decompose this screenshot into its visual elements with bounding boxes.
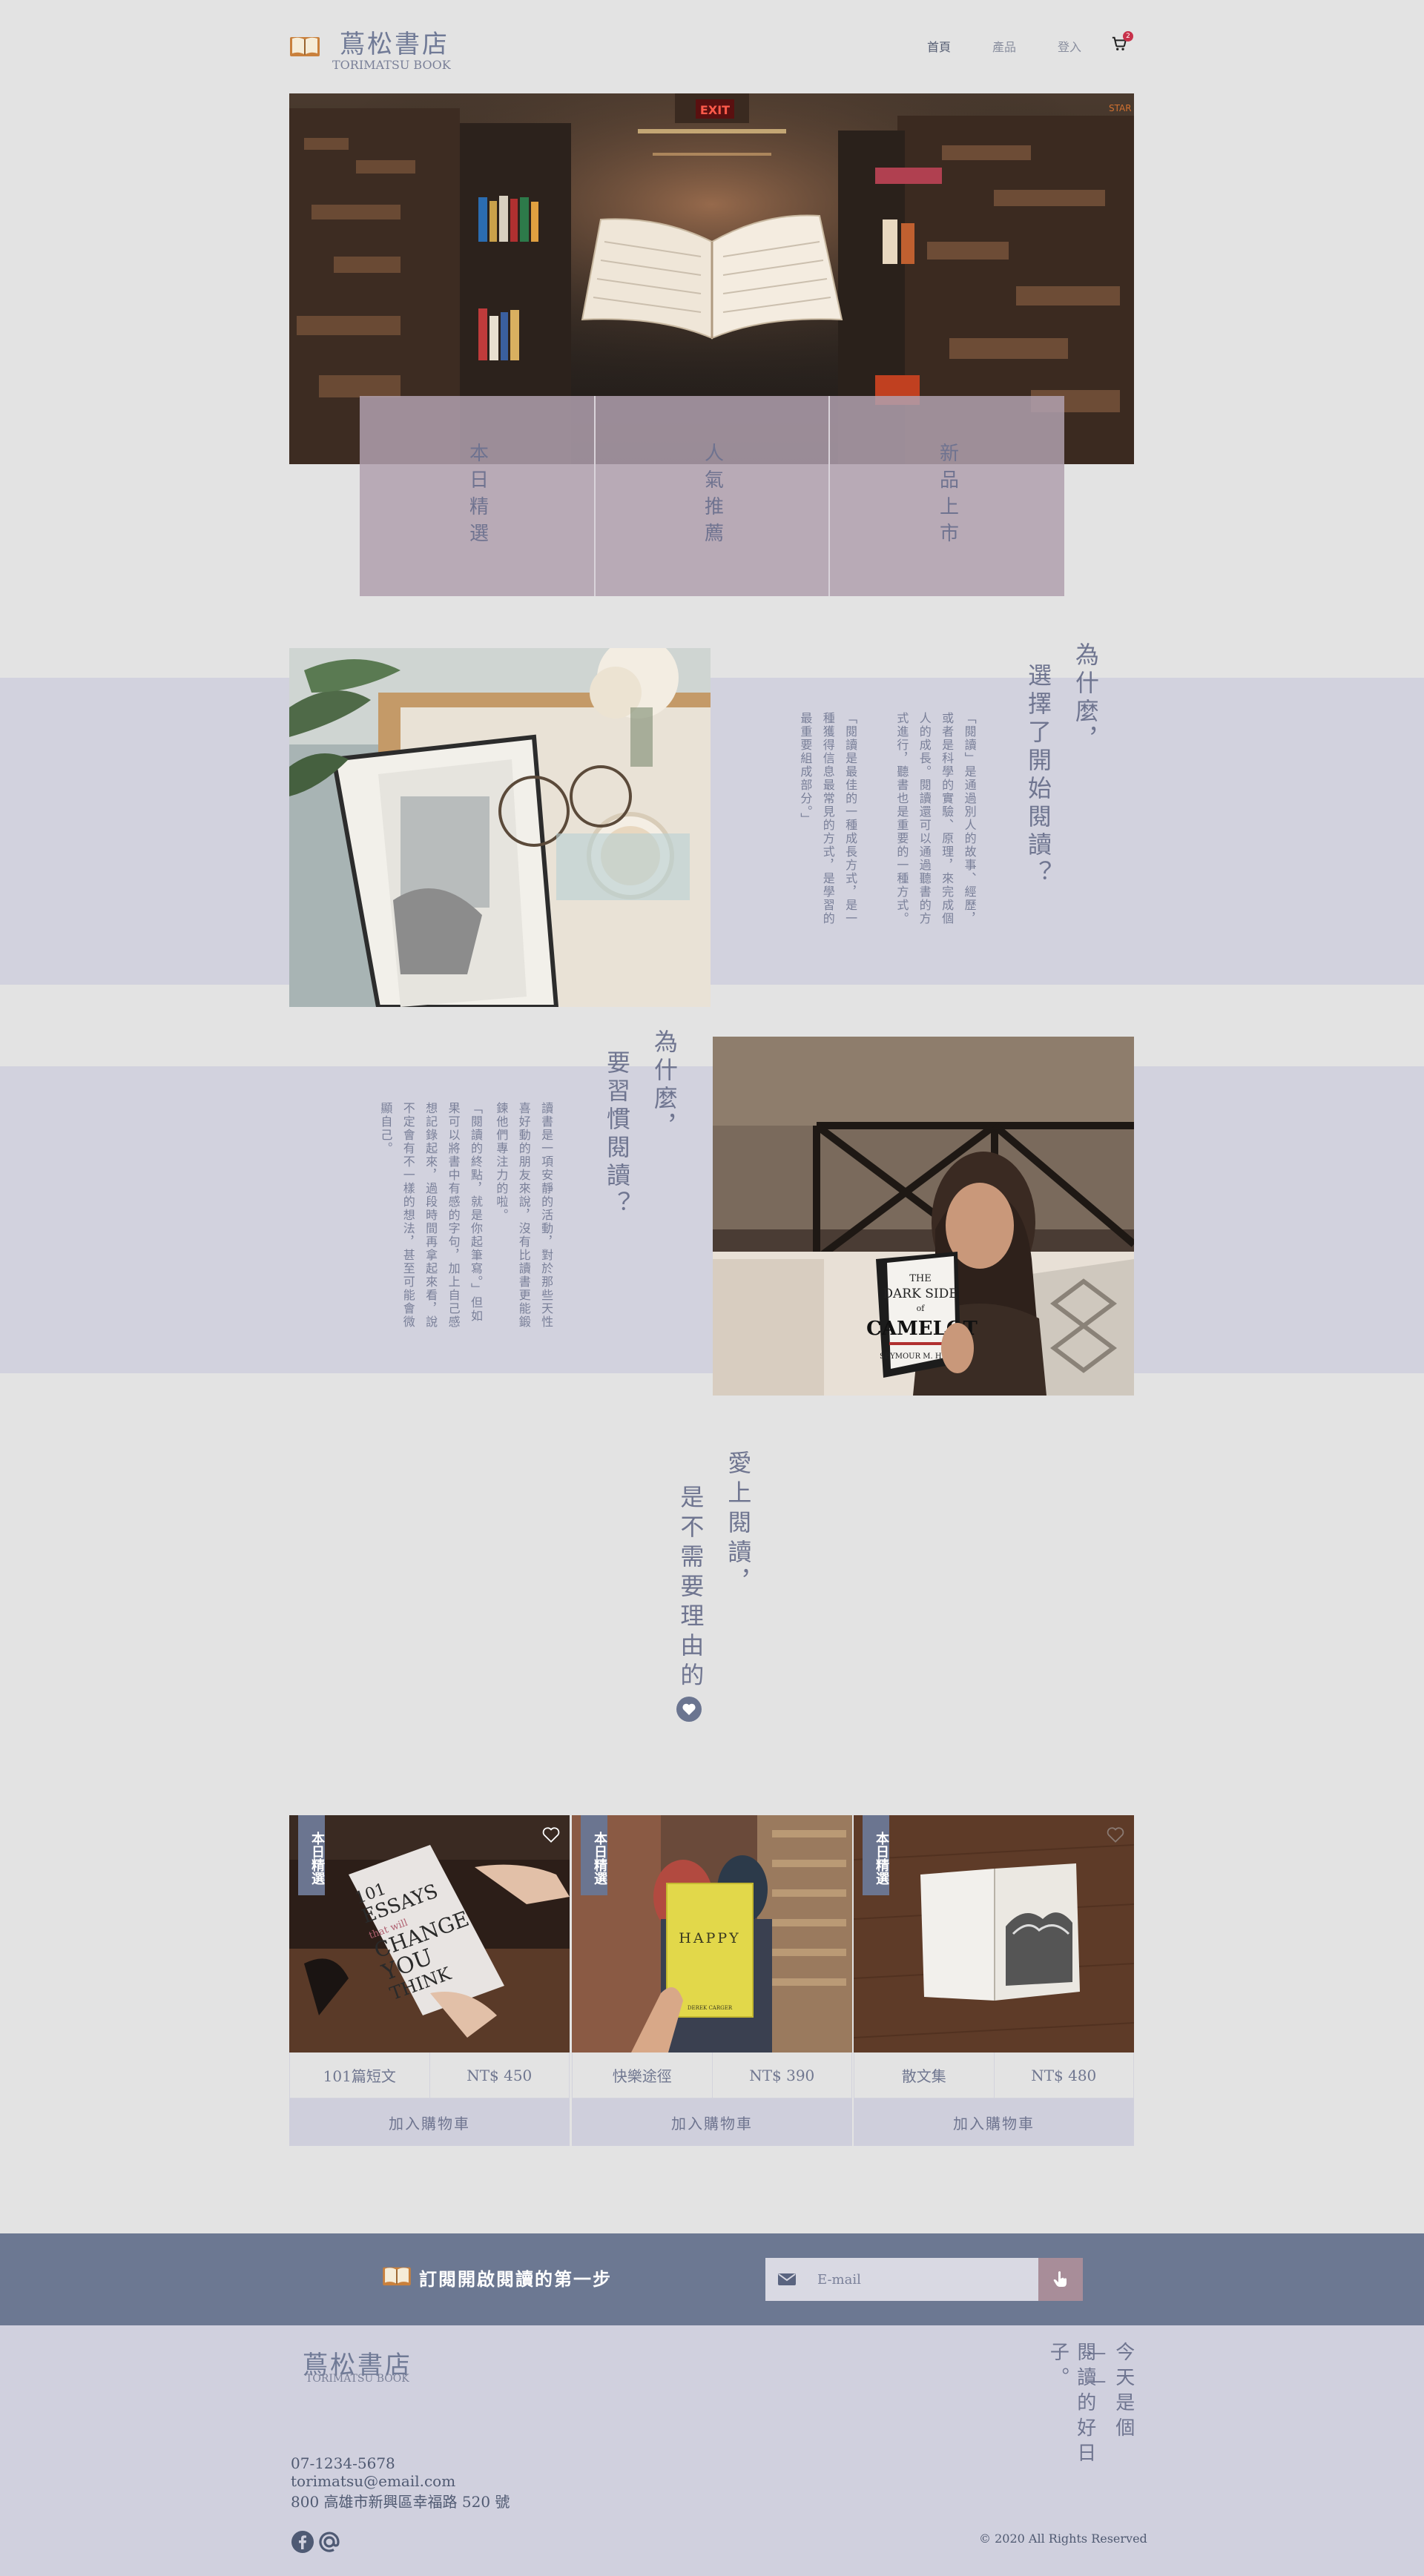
woman-reading-photo: THE DARK SIDE of CAMELOT SEYMOUR M. HERS…	[713, 1037, 1134, 1396]
product-card: 101 ESSAYS that will CHANGE YOU THINK 本日…	[289, 1815, 570, 2146]
book-logo-icon	[290, 37, 320, 56]
product-image[interactable]: 本日精選	[854, 1815, 1134, 2052]
section2-heading-line1: 為什麼，	[650, 1029, 679, 1142]
cart-button[interactable]: 2	[1111, 31, 1133, 55]
section2-heading-line2: 要習慣閱讀？	[603, 1050, 631, 1219]
product-name: 快樂途徑	[612, 2067, 672, 2085]
add-to-cart-button[interactable]: 加入購物車	[572, 2098, 852, 2146]
brand-name: 蔦松書店	[340, 30, 449, 59]
at-icon[interactable]	[317, 2530, 341, 2554]
product-card: 本日精選 散文集 NT$ 480 加入購物車	[854, 1815, 1134, 2146]
daily-pick-ribbon: 本日精選	[581, 1815, 607, 1895]
product-image[interactable]: 101 ESSAYS that will CHANGE YOU THINK 本日…	[289, 1815, 570, 2052]
nav-products-link[interactable]: 產品	[992, 37, 1016, 55]
category-label: 本日精選	[466, 443, 489, 549]
mail-icon	[778, 2273, 796, 2285]
category-new-arrivals[interactable]: 新品上市	[828, 396, 1064, 596]
subscribe-button[interactable]	[1038, 2258, 1083, 2301]
email-input[interactable]	[817, 2258, 1032, 2301]
category-daily-picks[interactable]: 本日精選	[360, 396, 594, 596]
category-label: 新品上市	[936, 443, 959, 549]
subscribe-band	[0, 2233, 1424, 2325]
heart-icon	[676, 1697, 702, 1722]
footer-phone: 07-1234-5678	[291, 2454, 395, 2472]
product-price: NT$ 450	[429, 2052, 570, 2098]
love-heading-line1: 愛上閱讀，	[724, 1450, 753, 1599]
product-meta: 快樂途徑 NT$ 390	[572, 2052, 852, 2098]
product-image[interactable]: HAPPY DEREK CARGER 本日精選	[572, 1815, 852, 2052]
section2-paragraph-1: 讀書是一項安靜的活動，對於那些天性喜好動的朋友來說，沒有比讀書更能鍛鍊他們專注力…	[494, 1102, 554, 1329]
section1-paragraph-2: 「閱讀是最佳的一種成長方式，是一種獲得信息最常見的方式，是學習的最重要組成部分。…	[798, 712, 858, 925]
category-popular[interactable]: 人氣推薦	[594, 396, 828, 596]
cart-count-badge: 2	[1123, 31, 1133, 42]
book-logo-icon	[383, 2267, 411, 2286]
heart-outline-icon[interactable]	[541, 1826, 561, 1843]
love-heading-line2: 是不需要理由的	[676, 1484, 705, 1692]
svg-text:THE: THE	[909, 1273, 932, 1284]
footer-brand-subtitle: TORIMATSU BOOK	[306, 2373, 409, 2385]
section1-heading-line1: 為什麼，	[1072, 642, 1100, 755]
product-name: 101篇短文	[323, 2067, 396, 2085]
brand-subtitle: TORIMATSU BOOK	[332, 58, 451, 72]
facebook-icon[interactable]	[291, 2530, 314, 2554]
daily-pick-ribbon: 本日精選	[298, 1815, 325, 1895]
section1-paragraph-1: 「閱讀」是通過別人的故事、經歷，或者是科學的實驗、原理，來完成個人的成長。閱讀還…	[894, 712, 977, 925]
svg-text:DEREK CARGER: DEREK CARGER	[688, 2005, 733, 2011]
pointer-icon	[1053, 2271, 1067, 2287]
section1-heading-line2: 選擇了開始閱讀？	[1024, 663, 1052, 888]
footer-email[interactable]: torimatsu@email.com	[291, 2472, 455, 2490]
section-band	[0, 678, 1424, 985]
product-name: 散文集	[901, 2067, 946, 2085]
footer	[0, 2325, 1424, 2576]
footer-slogan-line2: 閱讀的好日子。	[1046, 2342, 1096, 2468]
product-meta: 101篇短文 NT$ 450	[289, 2052, 570, 2098]
product-card: HAPPY DEREK CARGER 本日精選 快樂途徑 NT$ 390 加入購…	[572, 1815, 852, 2146]
add-to-cart-button[interactable]: 加入購物車	[289, 2098, 570, 2146]
svg-text:HAPPY: HAPPY	[679, 1930, 740, 1946]
product-price: NT$ 480	[993, 2052, 1134, 2098]
copyright: © 2020 All Rights Reserved	[979, 2532, 1147, 2546]
daily-pick-ribbon: 本日精選	[863, 1815, 889, 1895]
svg-text:of: of	[917, 1304, 926, 1313]
reading-table-photo	[289, 648, 711, 1007]
svg-text:STAR: STAR	[1109, 103, 1132, 113]
nav-home-link[interactable]: 首頁	[927, 37, 951, 55]
svg-text:DARK SIDE: DARK SIDE	[883, 1287, 957, 1301]
add-to-cart-button[interactable]: 加入購物車	[854, 2098, 1134, 2146]
nav-login-link[interactable]: 登入	[1058, 37, 1081, 55]
heart-outline-icon[interactable]	[1106, 1826, 1125, 1843]
subscribe-title: 訂閱開啟閱讀的第一步	[419, 2268, 612, 2290]
footer-address: 800 高雄市新興區幸福路 520 號	[291, 2493, 510, 2511]
svg-text:EXIT: EXIT	[700, 103, 730, 117]
section-band	[0, 1066, 1424, 1373]
brand-logo[interactable]: 蔦松書店 TORIMATSU BOOK	[289, 22, 452, 74]
category-label: 人氣推薦	[701, 443, 724, 549]
product-meta: 散文集 NT$ 480	[854, 2052, 1134, 2098]
section2-paragraph-2: 「閱讀的終點，就是你起筆寫。」但如果可以將書中有感的字句，加上自己感想記錄起來，…	[378, 1102, 483, 1329]
email-field	[765, 2258, 1038, 2301]
product-price: NT$ 390	[711, 2052, 852, 2098]
